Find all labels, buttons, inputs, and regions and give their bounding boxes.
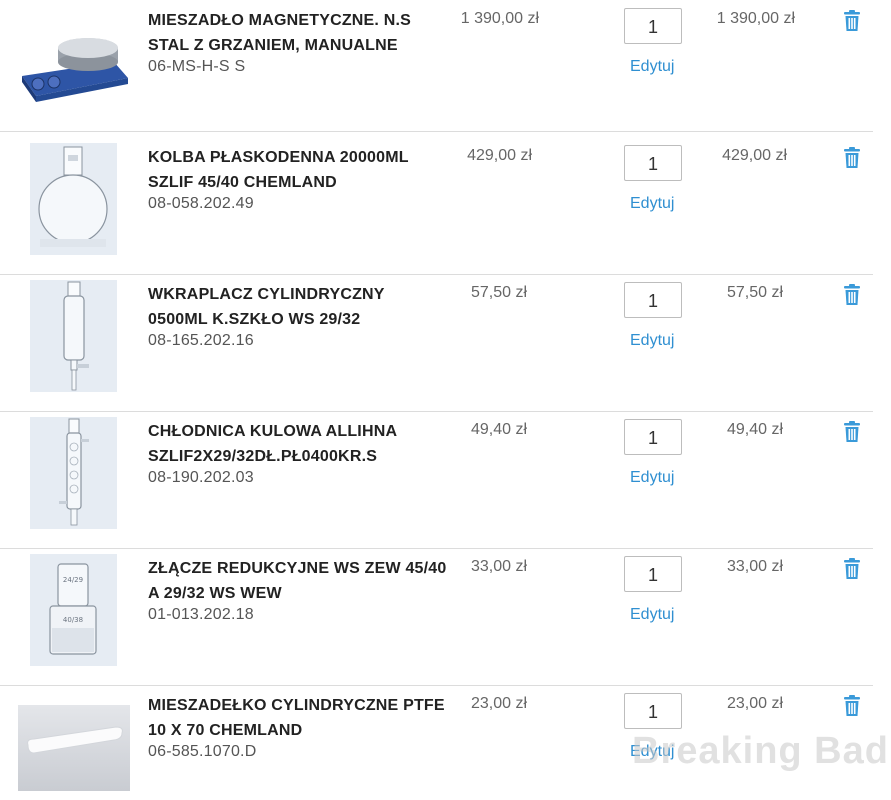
- product-image-adapter[interactable]: 24/29 40/38: [30, 554, 117, 666]
- adapter-upper-label: 24/29: [63, 576, 83, 584]
- unit-price: 23,00 zł: [470, 695, 527, 712]
- cart-row: KOLBA PŁASKODENNA 20000ML SZLIF 45/40 CH…: [0, 137, 873, 275]
- trash-icon[interactable]: [843, 10, 861, 32]
- product-image-condenser[interactable]: [30, 417, 117, 529]
- watermark: Breaking Bad: [632, 730, 889, 772]
- unit-price: 49,40 zł: [470, 421, 527, 438]
- trash-icon[interactable]: [843, 284, 861, 306]
- adapter-lower-label: 40/38: [63, 616, 83, 624]
- quantity-input[interactable]: 1: [624, 145, 682, 181]
- product-code: 08-058.202.49: [148, 195, 254, 212]
- line-total: 57,50 zł: [726, 284, 783, 301]
- product-image-magnetic-stirrer[interactable]: [18, 18, 130, 106]
- line-total: 1 390,00 zł: [716, 10, 795, 27]
- product-image-dropping-funnel[interactable]: [30, 280, 117, 392]
- line-total: 429,00 zł: [722, 147, 787, 164]
- cart-row: CHŁODNICA KULOWA ALLIHNA SZLIF2X29/32DŁ.…: [0, 411, 873, 549]
- product-name[interactable]: CHŁODNICA KULOWA ALLIHNA SZLIF2X29/32DŁ.…: [148, 419, 448, 469]
- trash-icon[interactable]: [843, 558, 861, 580]
- product-name[interactable]: WKRAPLACZ CYLINDRYCZNY 0500ML K.SZKŁO WS…: [148, 282, 448, 332]
- trash-icon[interactable]: [843, 421, 861, 443]
- product-name[interactable]: MIESZADŁO MAGNETYCZNE. N.S STAL Z GRZANI…: [148, 8, 448, 58]
- product-image-flask[interactable]: [30, 143, 117, 255]
- line-total: 33,00 zł: [726, 558, 783, 575]
- product-code: 01-013.202.18: [148, 606, 254, 623]
- quantity-input[interactable]: 1: [624, 693, 682, 729]
- edit-link[interactable]: Edytuj: [630, 332, 674, 350]
- product-code: 08-190.202.03: [148, 469, 254, 486]
- product-code: 08-165.202.16: [148, 332, 254, 349]
- line-total: 49,40 zł: [726, 421, 783, 438]
- quantity-input[interactable]: 1: [624, 8, 682, 44]
- cart-row: 24/29 40/38 ZŁĄCZE REDUKCYJNE WS ZEW 45/…: [0, 548, 873, 686]
- unit-price: 1 390,00 zł: [460, 10, 539, 27]
- quantity-input[interactable]: 1: [624, 556, 682, 592]
- unit-price: 57,50 zł: [470, 284, 527, 301]
- cart-row: WKRAPLACZ CYLINDRYCZNY 0500ML K.SZKŁO WS…: [0, 274, 873, 412]
- product-image-stir-bar[interactable]: [18, 705, 130, 791]
- unit-price: 33,00 zł: [470, 558, 527, 575]
- edit-link[interactable]: Edytuj: [630, 606, 674, 624]
- product-name[interactable]: ZŁĄCZE REDUKCYJNE WS ZEW 45/40 A 29/32 W…: [148, 556, 448, 606]
- product-name[interactable]: KOLBA PŁASKODENNA 20000ML SZLIF 45/40 CH…: [148, 145, 448, 195]
- quantity-input[interactable]: 1: [624, 282, 682, 318]
- edit-link[interactable]: Edytuj: [630, 469, 674, 487]
- cart-row: MIESZADŁO MAGNETYCZNE. N.S STAL Z GRZANI…: [0, 0, 873, 132]
- edit-link[interactable]: Edytuj: [630, 58, 674, 76]
- quantity-input[interactable]: 1: [624, 419, 682, 455]
- product-name[interactable]: MIESZADEŁKO CYLINDRYCZNE PTFE 10 X 70 CH…: [148, 693, 448, 743]
- line-total: 23,00 zł: [726, 695, 783, 712]
- product-code: 06-MS-H-S S: [148, 58, 246, 75]
- trash-icon[interactable]: [843, 695, 861, 717]
- trash-icon[interactable]: [843, 147, 861, 169]
- product-code: 06-585.1070.D: [148, 743, 257, 760]
- edit-link[interactable]: Edytuj: [630, 195, 674, 213]
- unit-price: 429,00 zł: [467, 147, 532, 164]
